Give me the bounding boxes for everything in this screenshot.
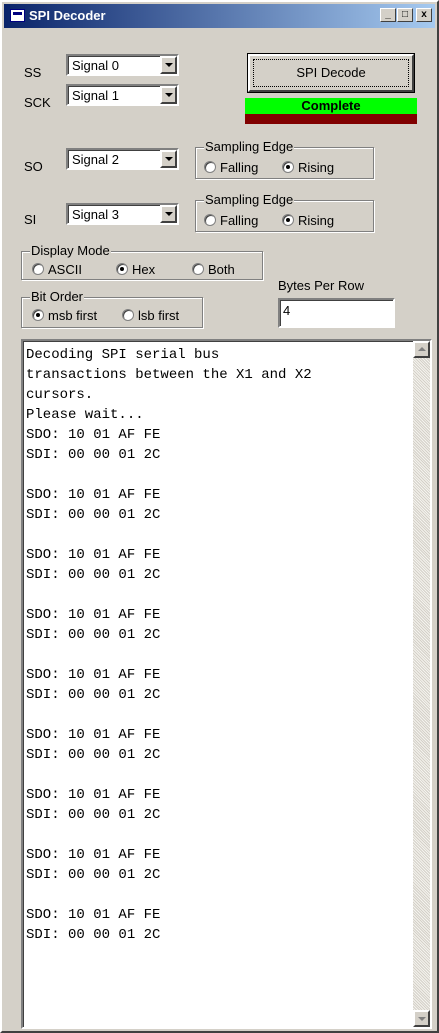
bytes-per-row-label: Bytes Per Row xyxy=(278,278,364,293)
title-bar[interactable]: SPI Decoder _ □ x xyxy=(4,4,435,28)
maximize-button[interactable]: □ xyxy=(397,8,413,22)
si-label: SI xyxy=(24,212,37,227)
status-progress-bar xyxy=(245,114,417,124)
radio-dot-icon xyxy=(32,263,44,275)
bit-order-group: Bit Order msb first lsb first xyxy=(21,289,203,328)
vertical-scrollbar[interactable] xyxy=(413,341,430,1027)
msb-first-label: msb first xyxy=(48,308,98,323)
app-window-icon xyxy=(10,9,25,22)
ss-signal-select[interactable]: Signal 0 xyxy=(66,54,179,76)
sck-signal-value: Signal 1 xyxy=(72,88,119,103)
chevron-down-icon[interactable] xyxy=(160,205,177,223)
so-signal-value: Signal 2 xyxy=(72,152,119,167)
display-hex-label: Hex xyxy=(132,262,156,277)
display-mode-title: Display Mode xyxy=(30,243,111,259)
so-signal-select[interactable]: Signal 2 xyxy=(66,148,179,170)
si-rising-label: Rising xyxy=(298,213,335,228)
display-mode-group: Display Mode ASCII Hex Both xyxy=(21,243,263,280)
radio-dot-icon xyxy=(204,161,216,173)
decode-output-textbox[interactable]: Decoding SPI serial bus transactions bet… xyxy=(21,339,432,1029)
ss-label: SS xyxy=(24,65,42,80)
si-signal-value: Signal 3 xyxy=(72,207,119,222)
spi-decode-label: SPI Decode xyxy=(296,65,366,80)
bytes-per-row-value: 4 xyxy=(283,303,291,318)
si-signal-select[interactable]: Signal 3 xyxy=(66,203,179,225)
scroll-up-icon[interactable] xyxy=(413,341,430,358)
so-sampling-edge-group: Sampling Edge Falling Rising xyxy=(195,139,374,179)
radio-dot-icon xyxy=(122,309,134,321)
radio-dot-icon xyxy=(116,263,128,275)
radio-dot-icon xyxy=(192,263,204,275)
bytes-per-row-input[interactable]: 4 xyxy=(278,298,395,328)
radio-dot-icon xyxy=(32,309,44,321)
radio-dot-icon xyxy=(282,214,294,226)
radio-dot-icon xyxy=(204,214,216,226)
spi-decoder-window: SPI Decoder _ □ x SS Signal 0 SCK Signal… xyxy=(0,0,439,1033)
si-falling-label: Falling xyxy=(220,213,259,228)
si-sampling-edge-group: Sampling Edge Falling Rising xyxy=(195,192,374,232)
minimize-button[interactable]: _ xyxy=(380,8,396,22)
bit-order-title: Bit Order xyxy=(30,289,85,305)
status-indicator: Complete xyxy=(245,98,417,114)
so-falling-label: Falling xyxy=(220,160,259,175)
ss-signal-value: Signal 0 xyxy=(72,58,119,73)
window-title: SPI Decoder xyxy=(29,8,106,23)
radio-dot-icon xyxy=(282,161,294,173)
lsb-first-label: lsb first xyxy=(138,308,180,323)
close-button[interactable]: x xyxy=(416,8,432,22)
so-sampling-edge-title: Sampling Edge xyxy=(204,139,295,155)
sck-signal-select[interactable]: Signal 1 xyxy=(66,84,179,106)
so-label: SO xyxy=(24,159,43,174)
chevron-down-icon[interactable] xyxy=(160,150,177,168)
scroll-down-icon[interactable] xyxy=(413,1010,430,1027)
display-ascii-label: ASCII xyxy=(48,262,82,277)
so-rising-label: Rising xyxy=(298,160,335,175)
sck-label: SCK xyxy=(24,95,51,110)
chevron-down-icon[interactable] xyxy=(160,86,177,104)
chevron-down-icon[interactable] xyxy=(160,56,177,74)
display-both-label: Both xyxy=(208,262,235,277)
spi-decode-button[interactable]: SPI Decode xyxy=(248,54,414,92)
si-sampling-edge-title: Sampling Edge xyxy=(204,192,295,208)
decode-output-text: Decoding SPI serial bus transactions bet… xyxy=(26,347,312,943)
